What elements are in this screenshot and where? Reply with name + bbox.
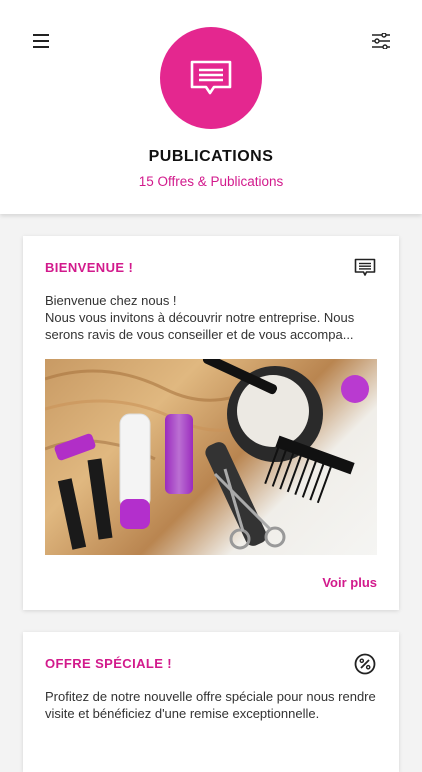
filter-button[interactable] — [370, 30, 392, 52]
card-text: Bienvenue chez nous ! Nous vous invitons… — [45, 292, 377, 343]
see-more-link[interactable]: Voir plus — [322, 575, 377, 590]
avatar — [160, 27, 262, 129]
page-subtitle: 15 Offres & Publications — [138, 174, 284, 189]
card-text-line: serons ravis de vous conseiller et de vo… — [45, 327, 354, 342]
discount-icon — [353, 652, 377, 676]
card-text: Profitez de notre nouvelle offre spécial… — [45, 688, 377, 722]
filter-icon — [372, 33, 390, 49]
hairdresser-tools-image — [45, 359, 377, 555]
menu-icon — [33, 34, 49, 48]
card-text-line: Bienvenue chez nous ! — [45, 293, 177, 308]
publication-card[interactable]: OFFRE SPÉCIALE ! Profitez de notre nouve… — [23, 632, 399, 772]
card-text-line: Profitez de notre nouvelle offre spécial… — [45, 689, 376, 721]
card-title: OFFRE SPÉCIALE ! — [45, 656, 173, 671]
card-text-line: Nous vous invitons à découvrir notre ent… — [45, 310, 355, 325]
publication-card[interactable]: BIENVENUE ! Bienvenue chez nous ! Nous v… — [23, 236, 399, 610]
message-icon — [190, 60, 232, 95]
card-title: BIENVENUE ! — [45, 260, 134, 275]
menu-button[interactable] — [30, 30, 52, 52]
page-title: PUBLICATIONS — [148, 148, 274, 165]
message-icon — [353, 256, 377, 280]
header: PUBLICATIONS 15 Offres & Publications — [0, 0, 422, 214]
